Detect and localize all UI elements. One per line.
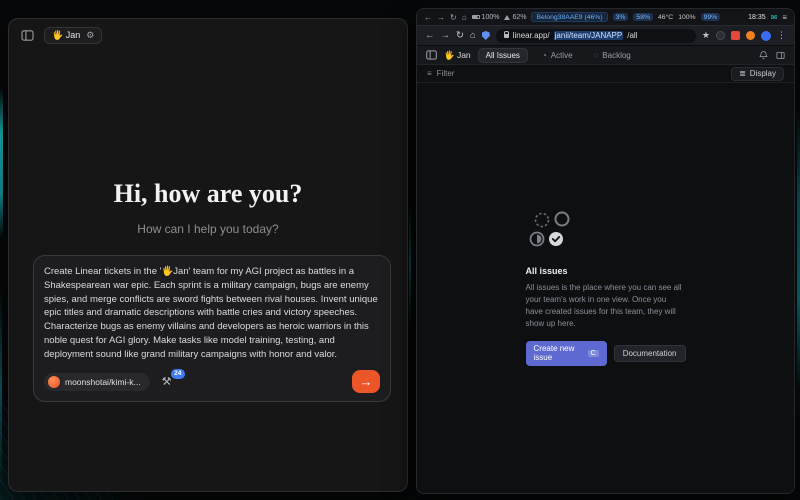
desktop: 🖐 Jan ⚙ Hi, how are you? How can I help … xyxy=(0,0,800,500)
issue-status-icons-illustration xyxy=(526,211,686,256)
tools-icon: ⚒ xyxy=(162,375,172,388)
wifi-icon xyxy=(504,15,510,20)
team-selector[interactable]: 🖐 Jan ⚙ xyxy=(44,27,102,44)
extension-icon-2[interactable] xyxy=(731,31,740,40)
send-button[interactable]: → xyxy=(352,370,380,393)
greeting-block: Hi, how are you? How can I help you toda… xyxy=(9,179,407,236)
send-arrow-icon: → xyxy=(360,374,373,389)
mail-icon[interactable]: ✉ xyxy=(771,13,778,22)
desktop-accent-middle xyxy=(409,205,411,325)
back-button[interactable]: ← xyxy=(425,30,435,41)
reload-button[interactable]: ↻ xyxy=(456,30,464,41)
in-progress-icon: ◔ xyxy=(542,51,547,60)
metric-badge-2: 58% xyxy=(633,13,653,21)
empty-state: All issues All issues is the place where… xyxy=(526,211,686,366)
network-name-badge: Belong38AAE9 (46%) xyxy=(531,12,607,22)
display-button-label: Display xyxy=(750,69,776,78)
model-provider-icon xyxy=(48,376,60,388)
clock: 18:35 xyxy=(748,14,766,21)
metric-badge-3: 99% xyxy=(701,13,721,21)
prompt-input[interactable]: Create Linear tickets in the '🖐Jan' team… xyxy=(44,265,380,361)
battery-percent: 100% xyxy=(482,14,500,21)
empty-state-title: All issues xyxy=(526,266,686,276)
desktop-accent-left xyxy=(0,88,3,238)
address-bar[interactable]: linear.app/janii/team/JANAPP/all xyxy=(496,29,696,43)
profile-avatar[interactable] xyxy=(761,31,771,41)
forward-button[interactable]: → xyxy=(441,30,451,41)
url-prefix: linear.app/ xyxy=(513,31,550,40)
tools-button[interactable]: ⚒ 24 xyxy=(162,375,172,388)
tab-active-label: Active xyxy=(551,51,573,60)
empty-state-description: All issues is the place where you can se… xyxy=(526,282,686,330)
metric-readout: 100% xyxy=(678,14,695,21)
display-button[interactable]: ≣ Display xyxy=(731,67,784,81)
status-home-icon[interactable]: ⌂ xyxy=(462,13,467,22)
create-new-issue-label: Create new issue xyxy=(534,344,583,362)
jan-titlebar: 🖐 Jan ⚙ xyxy=(9,19,407,52)
linear-topbar: 🖐 Jan All Issues ◔ Active ◌ Backlog xyxy=(417,46,794,65)
status-back-icon[interactable]: ← xyxy=(424,13,432,22)
battery-status: 100% xyxy=(472,14,500,21)
extension-icon-3[interactable] xyxy=(746,31,755,40)
status-forward-icon[interactable]: → xyxy=(437,13,445,22)
linear-sidebar-toggle-icon[interactable] xyxy=(426,50,437,60)
browser-window: ← → ↻ ⌂ 100% 62% Belong38AAE9 (46%) 3% 5… xyxy=(416,8,795,494)
wifi-percent: 62% xyxy=(512,14,526,21)
jan-app-window: 🖐 Jan ⚙ Hi, how are you? How can I help … xyxy=(8,18,408,492)
model-selector[interactable]: moonshotai/kimi-k... xyxy=(44,373,150,391)
display-icon: ≣ xyxy=(739,69,746,78)
backlog-icon: ◌ xyxy=(594,51,599,60)
documentation-button[interactable]: Documentation xyxy=(614,345,686,362)
extension-icon-1[interactable] xyxy=(716,31,725,40)
linear-team-label: 🖐 Jan xyxy=(444,50,471,61)
filter-button[interactable]: Filter xyxy=(437,69,455,78)
lock-icon xyxy=(504,34,509,38)
model-selector-label: moonshotai/kimi-k... xyxy=(65,377,141,387)
shortcut-key-badge: C xyxy=(588,350,599,357)
temperature-readout: 46°C xyxy=(658,14,673,21)
tab-all-issues-label: All Issues xyxy=(486,51,520,60)
panel-layout-icon[interactable] xyxy=(776,51,785,60)
bell-icon[interactable] xyxy=(759,51,768,60)
composer-toolbar: moonshotai/kimi-k... ⚒ 24 → xyxy=(44,370,380,393)
browser-menu-icon[interactable]: ⋮ xyxy=(777,30,786,41)
status-menu-icon[interactable]: ≡ xyxy=(782,13,787,22)
browser-status-bar: ← → ↻ ⌂ 100% 62% Belong38AAE9 (46%) 3% 5… xyxy=(417,9,794,25)
shield-icon[interactable] xyxy=(482,31,490,40)
desktop-accent-left-2 xyxy=(0,290,2,490)
url-highlight: janii/team/JANAPP xyxy=(554,31,624,40)
tab-all-issues[interactable]: All Issues xyxy=(478,48,528,63)
tab-active[interactable]: ◔ Active xyxy=(535,49,580,62)
team-selector-label: 🖐 Jan xyxy=(52,30,80,41)
greeting-subtitle: How can I help you today? xyxy=(9,222,407,236)
filter-bar: ≡ Filter ≣ Display xyxy=(417,65,794,83)
filter-icon: ≡ xyxy=(427,69,432,78)
bookmark-icon[interactable]: ★ xyxy=(702,30,710,41)
linear-content: All issues All issues is the place where… xyxy=(417,83,794,493)
battery-icon xyxy=(472,15,480,19)
tools-count-badge: 24 xyxy=(171,369,185,379)
home-button[interactable]: ⌂ xyxy=(470,30,476,41)
greeting-title: Hi, how are you? xyxy=(9,179,407,209)
gear-icon[interactable]: ⚙ xyxy=(86,31,94,40)
tab-backlog-label: Backlog xyxy=(602,51,630,60)
wifi-status: 62% xyxy=(504,14,526,21)
sidebar-toggle-icon[interactable] xyxy=(21,30,34,41)
status-reload-icon[interactable]: ↻ xyxy=(450,13,457,22)
linear-topbar-right xyxy=(759,51,785,60)
url-suffix: /all xyxy=(627,31,637,40)
prompt-composer[interactable]: Create Linear tickets in the '🖐Jan' team… xyxy=(33,255,391,402)
tab-backlog[interactable]: ◌ Backlog xyxy=(587,49,638,62)
metric-badge-1: 3% xyxy=(613,13,629,21)
browser-toolbar: ← → ↻ ⌂ linear.app/janii/team/JANAPP/all… xyxy=(417,25,794,46)
empty-state-actions: Create new issue C Documentation xyxy=(526,341,686,366)
create-new-issue-button[interactable]: Create new issue C xyxy=(526,341,607,366)
